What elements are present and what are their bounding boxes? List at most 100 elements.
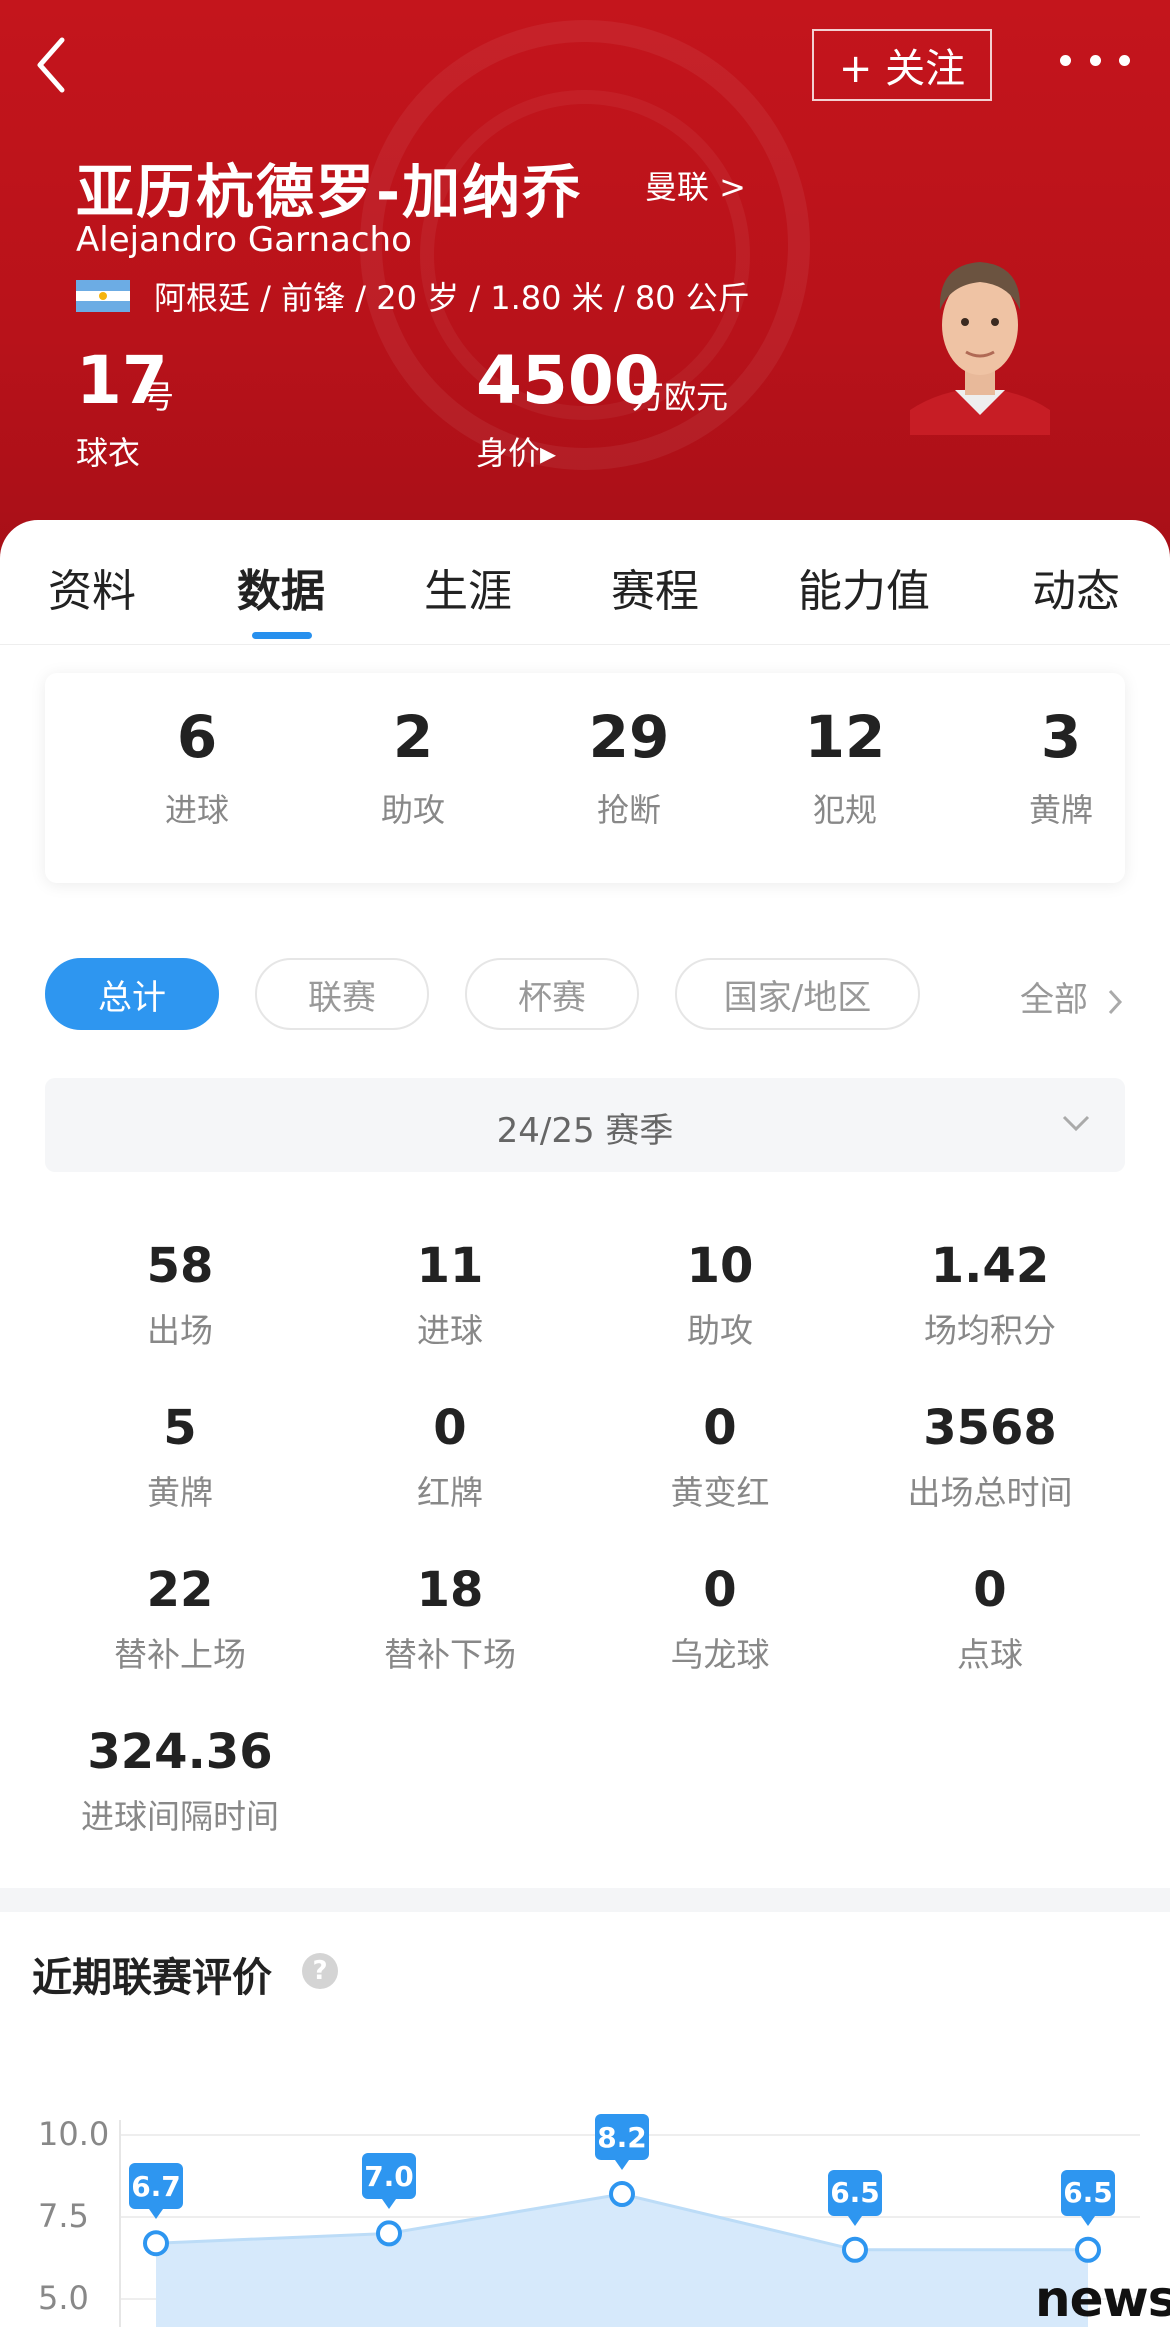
tab-ability[interactable]: 能力值 <box>798 555 930 619</box>
summary-label: 进球 <box>164 791 229 829</box>
data-point <box>143 2230 169 2257</box>
filter-total[interactable]: 总计 <box>45 958 219 1030</box>
summary-value: 12 <box>804 703 886 771</box>
stat-label: 黄变红 <box>670 1473 770 1512</box>
summary-goals: 6 进球 <box>127 703 267 831</box>
data-point <box>609 2181 635 2208</box>
tab-career[interactable]: 生涯 <box>424 555 512 619</box>
shirt-label: 球衣 <box>76 434 141 472</box>
stat-label: 出场 <box>147 1311 213 1350</box>
stat-label: 乌龙球 <box>670 1635 770 1674</box>
active-tab-indicator <box>252 632 312 639</box>
player-info-row: 阿根廷 / 前锋 / 20 岁 / 1.80 米 / 80 公斤 <box>76 275 750 317</box>
follow-button[interactable]: + 关注 <box>812 29 992 101</box>
player-info: 阿根廷 / 前锋 / 20 岁 / 1.80 米 / 80 公斤 <box>154 279 750 317</box>
summary-value: 6 <box>176 703 218 771</box>
stat-item: 18 替补下场 <box>315 1562 585 1676</box>
data-label: 6.7 <box>129 2163 183 2220</box>
season-selector[interactable]: 24/25 赛季 <box>45 1078 1125 1172</box>
summary-tackles: 29 抢断 <box>559 703 699 831</box>
stat-item: 324.36 进球间隔时间 <box>45 1724 315 1838</box>
stat-item: 10 助攻 <box>585 1238 855 1352</box>
stat-item: 58 出场 <box>45 1238 315 1352</box>
stat-value: 0 <box>703 1400 737 1456</box>
stat-item: 0 点球 <box>855 1562 1125 1676</box>
summary-value: 3 <box>1040 703 1082 771</box>
section-divider <box>0 1888 1170 1912</box>
data-label: 8.2 <box>595 2114 649 2171</box>
help-icon[interactable]: ? <box>302 1953 338 1989</box>
more-options-icon[interactable] <box>1060 40 1130 80</box>
tab-bar: 资料 数据 生涯 赛程 能力值 动态 <box>0 520 1170 645</box>
stat-label: 红牌 <box>417 1473 483 1512</box>
tab-schedule[interactable]: 赛程 <box>611 555 699 619</box>
market-value-unit: 万欧元 <box>632 378 729 416</box>
stat-value: 0 <box>973 1562 1007 1618</box>
summary-value: 29 <box>588 703 670 771</box>
chevron-down-icon <box>1062 1115 1090 1132</box>
stat-value: 0 <box>433 1400 467 1456</box>
stat-item: 0 乌龙球 <box>585 1562 855 1676</box>
back-icon[interactable] <box>30 30 80 100</box>
stat-value: 58 <box>146 1238 214 1294</box>
player-name-en: Alejandro Garnacho <box>76 220 412 260</box>
player-header: + 关注 亚历杭德罗-加纳乔 曼联 > Alejandro Garnacho 阿… <box>0 0 1170 560</box>
follow-label: + 关注 <box>838 46 966 92</box>
team-link[interactable]: 曼联 > <box>645 162 746 208</box>
player-avatar <box>910 262 1050 435</box>
summary-label: 犯规 <box>812 791 877 829</box>
data-point <box>1075 2236 1101 2263</box>
summary-card: 6 进球 2 助攻 29 抢断 12 犯规 3 黄牌 <box>45 673 1125 883</box>
player-name-cn: 亚历杭德罗-加纳乔 <box>76 158 583 226</box>
data-label: 6.5 <box>828 2169 882 2226</box>
stat-item: 1.42 场均积分 <box>855 1238 1125 1352</box>
stat-label: 场均积分 <box>924 1311 1056 1350</box>
summary-yellow-cards: 3 黄牌 <box>991 703 1131 831</box>
argentina-flag-icon <box>76 280 130 313</box>
stat-value: 324.36 <box>87 1724 273 1780</box>
chevron-right-icon <box>1108 989 1122 1014</box>
stat-value: 11 <box>416 1238 484 1294</box>
stat-value: 1.42 <box>930 1238 1050 1294</box>
stat-value: 22 <box>146 1562 214 1618</box>
stat-label: 进球 <box>417 1311 483 1350</box>
filter-cup[interactable]: 杯赛 <box>465 958 639 1030</box>
stat-item: 22 替补上场 <box>45 1562 315 1676</box>
stat-item: 5 黄牌 <box>45 1400 315 1514</box>
shirt-unit: 号 <box>142 378 175 416</box>
summary-assists: 2 助攻 <box>343 703 483 831</box>
stat-label: 替补上场 <box>114 1635 246 1674</box>
stat-value: 18 <box>416 1562 484 1618</box>
summary-value: 2 <box>392 703 434 771</box>
filter-all-link[interactable]: 全部 <box>1020 972 1125 1021</box>
tab-data[interactable]: 数据 <box>237 555 325 619</box>
summary-fouls: 12 犯规 <box>775 703 915 831</box>
stat-item: 11 进球 <box>315 1238 585 1352</box>
tab-news[interactable]: 动态 <box>1032 555 1120 619</box>
market-value-link[interactable]: 身价▸ <box>476 428 556 474</box>
data-point <box>376 2220 402 2247</box>
player-page: + 关注 亚历杭德罗-加纳乔 曼联 > Alejandro Garnacho 阿… <box>0 0 1170 2327</box>
stat-label: 点球 <box>957 1635 1023 1674</box>
stat-label: 进球间隔时间 <box>81 1797 279 1836</box>
stat-item: 3568 出场总时间 <box>855 1400 1125 1514</box>
stat-item: 0 红牌 <box>315 1400 585 1514</box>
stat-item: 0 黄变红 <box>585 1400 855 1514</box>
tab-profile[interactable]: 资料 <box>48 555 136 619</box>
data-label: 6.5 <box>1061 2169 1115 2226</box>
filter-national[interactable]: 国家/地区 <box>675 958 920 1030</box>
season-label: 24/25 赛季 <box>496 1111 674 1151</box>
news-watermark: news <box>1035 2270 1170 2327</box>
stat-label: 替补下场 <box>384 1635 516 1674</box>
data-point <box>842 2236 868 2263</box>
filter-league[interactable]: 联赛 <box>255 958 429 1030</box>
series-area <box>156 2194 1088 2327</box>
data-label: 7.0 <box>362 2153 416 2210</box>
stat-label: 出场总时间 <box>907 1473 1073 1512</box>
stat-value: 5 <box>163 1400 197 1456</box>
summary-label: 黄牌 <box>1028 791 1093 829</box>
stat-label: 黄牌 <box>147 1473 213 1512</box>
stat-value: 10 <box>686 1238 754 1294</box>
stat-label: 助攻 <box>687 1311 753 1350</box>
summary-label: 助攻 <box>380 791 445 829</box>
